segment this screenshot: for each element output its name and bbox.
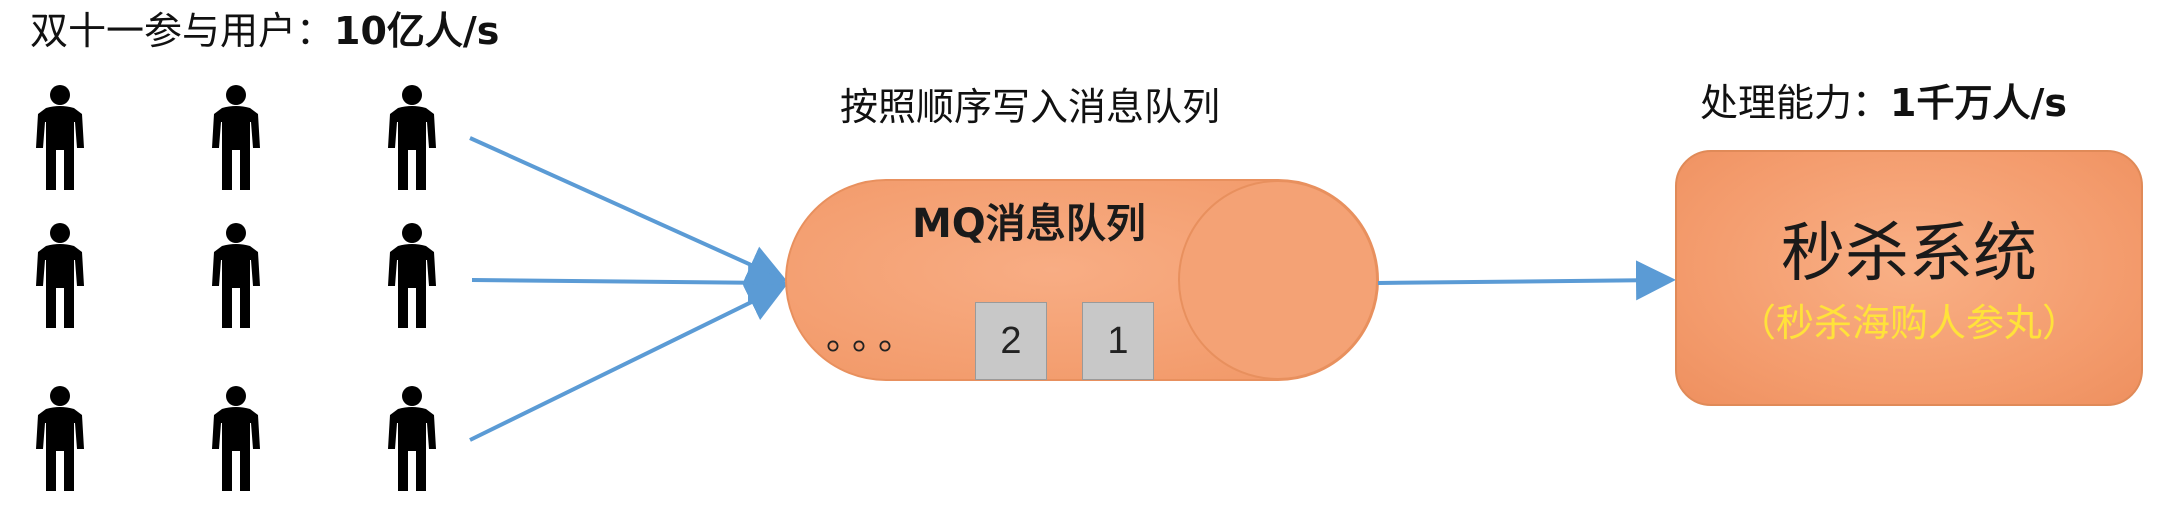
user-arrow-top — [469, 136, 788, 284]
system-title: 秒杀系统 — [1781, 217, 2037, 291]
seckill-system-box: 秒杀系统 （秒杀海购人参丸） — [1675, 150, 2143, 406]
queue-message-cell: 2 — [975, 302, 1047, 380]
person-icon — [34, 222, 86, 330]
queue-ellipsis: 。。。 — [826, 317, 923, 358]
user-arrow-middle — [471, 262, 788, 303]
person-icon — [34, 385, 86, 493]
queue-message-cell: 1 — [1082, 302, 1154, 380]
person-icon — [34, 84, 86, 192]
user-arrow-bottom — [469, 284, 788, 442]
person-icon — [386, 84, 438, 192]
system-subtitle: （秒杀海购人参丸） — [1737, 301, 2080, 345]
person-icon — [210, 84, 262, 192]
person-icon — [210, 222, 262, 330]
person-icon — [386, 222, 438, 330]
queue-cylinder-cap — [1178, 180, 1378, 380]
queue-to-system-arrow — [1377, 260, 1676, 301]
person-icon — [210, 385, 262, 493]
queue-label: MQ消息队列 — [912, 201, 1146, 247]
person-icon — [386, 385, 438, 493]
